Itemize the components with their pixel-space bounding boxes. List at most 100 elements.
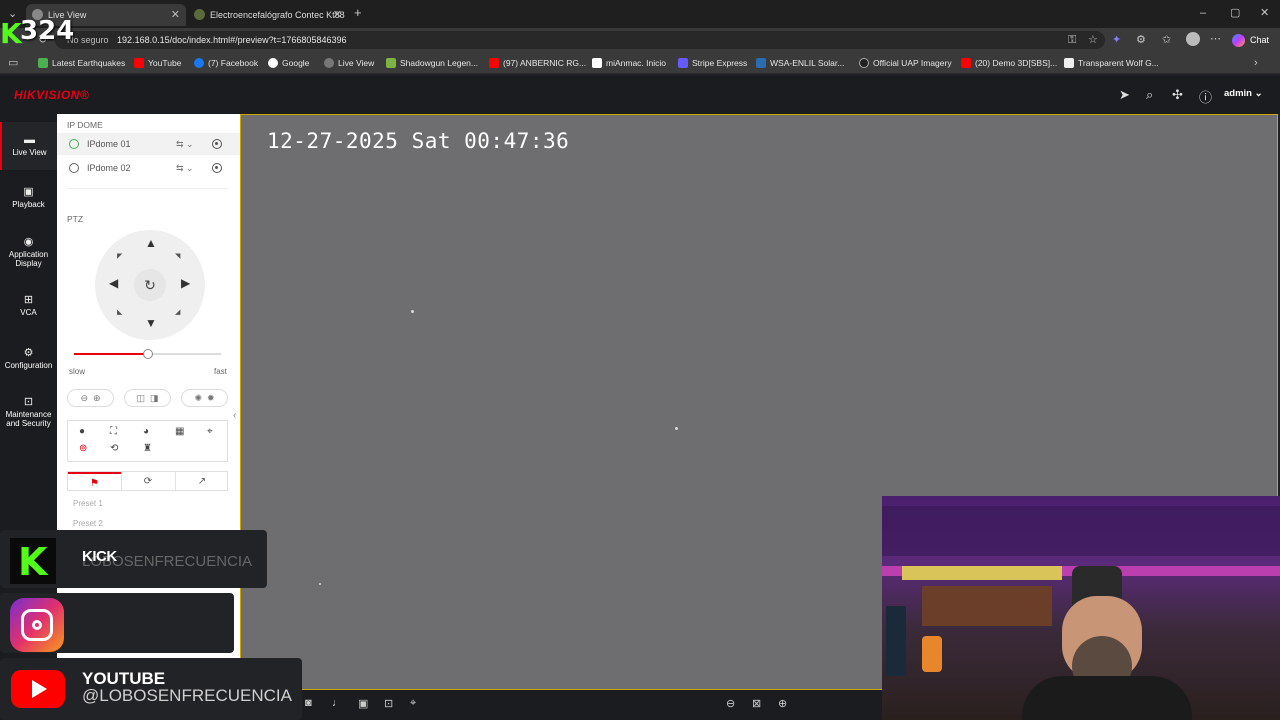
record-icon[interactable] (212, 163, 222, 173)
preset-item[interactable]: Preset 1 (73, 499, 103, 508)
bookmark-item[interactable]: (97) ANBERNIC RG... (489, 55, 586, 71)
ptz-down-left-button[interactable]: ◣ (117, 308, 122, 316)
auto-rotate-icon: ↻ (144, 277, 156, 293)
copilot-icon (1232, 34, 1245, 47)
close-tab-icon[interactable]: ✕ (333, 4, 342, 26)
user-menu[interactable]: admin ⌄ (1224, 88, 1263, 99)
nav-application-display[interactable]: ◉ Application Display (0, 237, 57, 269)
star-icon[interactable]: ☆ (1088, 33, 1098, 47)
next-page-icon[interactable]: ⊕ (778, 697, 787, 710)
collapse-panel-icon[interactable]: ‹ (233, 410, 236, 421)
focus-far-icon[interactable]: ◨ (150, 393, 159, 403)
bookmark-item[interactable]: Latest Earthquakes (38, 55, 125, 71)
speed-handle[interactable] (142, 349, 153, 359)
light-icon[interactable]: ● (79, 426, 85, 437)
camera-row[interactable]: IPdome 01 ⇆ ⌄ (57, 133, 240, 155)
nav-live-view[interactable]: ▬ Live View (0, 122, 57, 170)
sidebar-toggle-icon[interactable]: ▭ (8, 56, 18, 70)
extension-icon[interactable]: ✦ (1112, 33, 1121, 47)
maximize-icon[interactable]: ▢ (1230, 6, 1240, 20)
zoom-region-icon[interactable]: ⊚ (79, 443, 87, 454)
auto-track-icon[interactable]: ⌖ (207, 426, 213, 437)
bookmark-item[interactable]: Transparent Wolf G... (1064, 55, 1159, 71)
bookmark-label: Stripe Express (692, 58, 748, 68)
close-tab-icon[interactable]: ✕ (171, 4, 180, 26)
reset-icon[interactable]: ⟲ (110, 443, 118, 454)
bookmark-item[interactable]: Google (268, 55, 309, 71)
digital-zoom-icon[interactable]: ⊡ (384, 697, 393, 710)
ptz-down-right-button[interactable]: ◢ (175, 308, 180, 316)
capture-icon[interactable]: ◙ (305, 697, 312, 709)
stream-select-icon[interactable]: ⇆ ⌄ (176, 133, 194, 155)
bookmark-item[interactable]: Official UAP Imagery (859, 55, 952, 71)
region-focus-icon[interactable]: ⛶ (110, 426, 117, 437)
google-favicon-icon (268, 58, 278, 68)
new-tab-icon[interactable]: + (354, 6, 362, 20)
bookmark-label: Shadowgun Legen... (400, 58, 478, 68)
park-icon[interactable]: ♜ (143, 443, 152, 454)
ptz-auto-button[interactable]: ↻ (134, 269, 166, 301)
grid-icon[interactable]: ▦ (175, 426, 184, 437)
search-icon[interactable]: ⌕ (1146, 87, 1153, 103)
zoom-out-icon[interactable]: ⊖ (80, 393, 88, 403)
bookmark-item[interactable]: Shadowgun Legen... (386, 55, 478, 71)
tab-pattern[interactable]: ↗ (175, 472, 228, 491)
bookmark-label: (7) Facebook (208, 58, 259, 68)
favorites-icon[interactable]: ✩ (1162, 33, 1171, 47)
more-bookmarks-icon[interactable]: › (1254, 56, 1258, 70)
profile-avatar[interactable] (1186, 32, 1200, 46)
stream-select-icon[interactable]: ⇆ ⌄ (176, 157, 194, 179)
preset-item[interactable]: Preset 2 (73, 519, 103, 528)
ptz-speed-slider[interactable] (74, 349, 221, 359)
camera-row[interactable]: IPdome 02 ⇆ ⌄ (57, 157, 240, 179)
wiper-icon[interactable]: ◕ (143, 426, 149, 437)
bookmark-item[interactable]: Live View (324, 55, 374, 71)
shelf-light (902, 566, 1062, 580)
record-clip-icon[interactable]: ▣ (358, 697, 368, 710)
ptz-up-left-button[interactable]: ◤ (117, 252, 122, 260)
audio-icon[interactable]: ♩ (332, 697, 343, 709)
bookmark-item[interactable]: (7) Facebook (194, 55, 258, 71)
kick-title: KICK (82, 548, 117, 565)
minimize-icon[interactable]: – (1200, 6, 1206, 20)
tab-patrol[interactable]: ⟳ (121, 472, 174, 491)
window-layout-icon[interactable]: ⊠ (752, 697, 761, 710)
bookmark-label: YouTube (148, 58, 182, 68)
key-icon[interactable]: ⚿ (1068, 33, 1076, 47)
tab-electroencefalografo[interactable]: Electroencefalógrafo Contec Kt88 ✕ (188, 4, 348, 26)
menu-dots-icon[interactable]: ⋯ (1210, 32, 1221, 46)
nav-maintenance-security[interactable]: ⊡ Maintenance and Security (0, 397, 57, 429)
bookmark-item[interactable]: (20) Demo 3D[SBS]... (961, 55, 1057, 71)
ptz-up-right-button[interactable]: ◥ (175, 252, 180, 260)
youtube-favicon-icon (134, 58, 144, 68)
bookmark-item[interactable]: miAnmac. Inicio (592, 55, 666, 71)
focus-near-icon[interactable]: ◫ (136, 393, 145, 403)
ptz-left-button[interactable]: ◀ (109, 276, 118, 290)
3d-position-icon[interactable]: ⌖ (410, 697, 416, 710)
bookmark-item[interactable]: Stripe Express (678, 55, 747, 71)
nav-configuration[interactable]: ⚙ Configuration (0, 348, 57, 371)
bookmark-item[interactable]: YouTube (134, 55, 181, 71)
bookmark-item[interactable]: WSA-ENLIL Solar... (756, 55, 844, 71)
record-icon[interactable] (212, 139, 222, 149)
iris-close-icon[interactable]: ✹ (207, 393, 215, 403)
help-icon[interactable]: ⓘ (1199, 87, 1212, 106)
iris-open-icon[interactable]: ✺ (194, 393, 202, 403)
puzzle-icon[interactable]: ⚙ (1136, 33, 1146, 47)
chat-button[interactable]: Chat (1232, 31, 1276, 49)
send-icon[interactable]: ➤ (1119, 87, 1130, 103)
ptz-right-button[interactable]: ▶ (181, 276, 190, 290)
youtube-favicon-icon (489, 58, 499, 68)
nav-playback[interactable]: ▣ Playback (0, 187, 57, 210)
nav-vca[interactable]: ⊞ VCA (0, 295, 57, 318)
ptz-down-button[interactable]: ▼ (145, 316, 157, 330)
close-window-icon[interactable]: ✕ (1260, 6, 1269, 20)
plugin-icon[interactable]: ✣ (1172, 87, 1183, 103)
tab-preset[interactable]: ⚑ (68, 472, 121, 491)
nav-label: Application Display (8, 250, 49, 268)
camera-name: IPdome 02 (87, 163, 131, 173)
url-field[interactable]: No seguro 192.168.0.15/doc/index.html#/p… (55, 31, 1105, 49)
zoom-in-icon[interactable]: ⊕ (93, 393, 101, 403)
previous-page-icon[interactable]: ⊖ (726, 697, 735, 710)
ptz-up-button[interactable]: ▲ (145, 236, 157, 250)
